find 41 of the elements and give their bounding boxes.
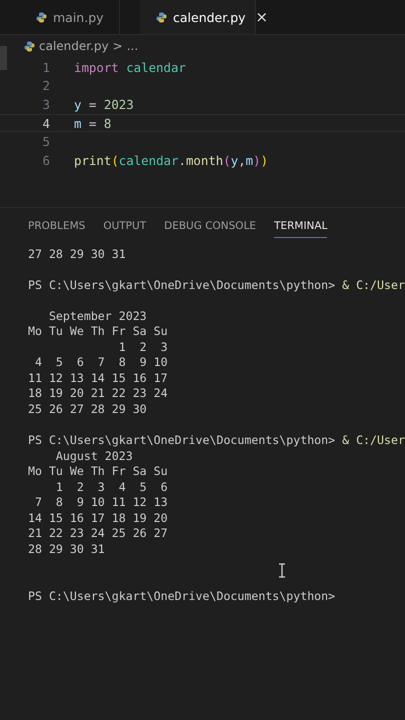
code-line: print(calendar.month(y,m)) [74, 152, 268, 168]
panel-tab[interactable]: PROBLEMS [28, 220, 86, 238]
python-file-icon [36, 12, 47, 22]
scrollbar-thumb[interactable] [0, 46, 7, 70]
terminal-line: 25 26 27 28 29 30 [28, 402, 148, 418]
terminal-line: 14 15 16 17 18 19 20 [28, 510, 169, 526]
line-number: 3 [42, 96, 50, 112]
line-number: 4 [42, 116, 50, 131]
line-number: 2 [42, 78, 50, 94]
terminal-line: 1 2 3 [118, 340, 169, 356]
line-number: 5 [42, 134, 50, 150]
panel-tab[interactable]: DEBUG CONSOLE [164, 220, 256, 238]
terminal-line: 4 5 6 7 8 9 10 [34, 355, 169, 371]
terminal-line: 18 19 20 21 22 23 24 [28, 386, 169, 402]
python-file-icon [24, 40, 35, 52]
terminal-line: 1 2 3 4 5 6 [54, 480, 169, 496]
code-line: y = 2023 [74, 96, 134, 112]
terminal-line: PS C:\Users\gkart\OneDrive\Documents\python> [28, 588, 336, 604]
panel-tab[interactable]: OUTPUT [103, 220, 146, 238]
terminal-line: PS C:\Users\gkart\OneDrive\Documents\python> & C:/User [28, 278, 405, 294]
code-line: import calendar [74, 60, 186, 75]
breadcrumb-item[interactable]: ... [126, 39, 138, 53]
terminal-line: September 2023 [48, 308, 148, 324]
terminal-line: 27 28 29 30 31 [28, 246, 127, 262]
terminal-line: Mo Tu We Th Fr Sa Su [28, 464, 169, 480]
terminal-line: PS C:\Users\gkart\OneDrive\Documents\python> & C:/User [28, 433, 405, 449]
line-number: 1 [42, 60, 50, 75]
terminal-line: August 2023 [54, 448, 134, 464]
terminal-line: Mo Tu We Th Fr Sa Su [28, 324, 169, 340]
terminal-line: 21 22 23 24 25 26 27 [28, 526, 169, 542]
close-icon[interactable]: × [256, 8, 268, 26]
terminal-line: 7 8 9 10 11 12 13 [34, 495, 169, 511]
panel-tab[interactable]: TERMINAL [274, 220, 328, 238]
python-file-icon [156, 12, 167, 22]
terminal-line: 28 29 30 31 [28, 542, 106, 558]
breadcrumb-item[interactable]: calender.py [39, 39, 109, 53]
text-cursor-icon [278, 563, 286, 578]
breadcrumb-separator: > [112, 39, 123, 53]
terminal-line: 11 12 13 14 15 16 17 [28, 370, 169, 386]
code-line: m = 8 [74, 116, 112, 131]
line-number: 6 [42, 152, 50, 168]
